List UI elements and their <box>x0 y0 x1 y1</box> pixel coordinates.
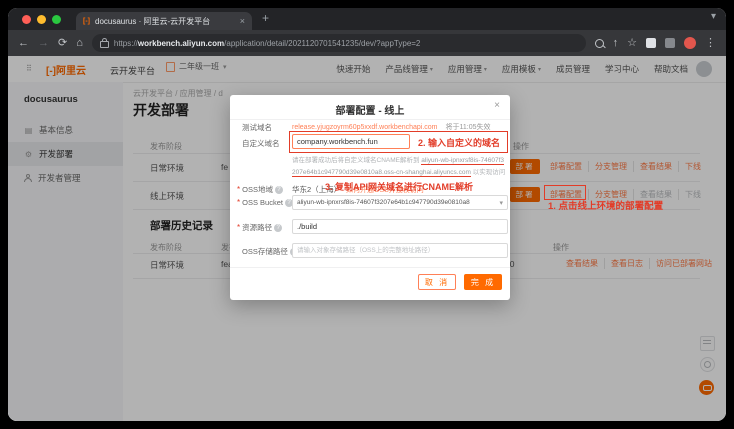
annotation-step3-text: 3. 复制API网关域名进行CNAME解析 <box>325 182 474 192</box>
tab-search-chevron-icon[interactable]: ▾ <box>711 11 716 22</box>
modal-title: 部署配置 - 线上 <box>335 106 405 117</box>
close-icon[interactable]: × <box>494 100 500 111</box>
menu-kebab-icon[interactable]: ⋮ <box>705 37 716 49</box>
confirm-button[interactable]: 完 成 <box>464 274 502 290</box>
info-icon[interactable]: ? <box>274 223 283 232</box>
browser-tab[interactable]: [-] docusaurus · 阿里云-云开发平台 × <box>76 12 252 30</box>
back-icon[interactable]: ← <box>18 37 29 49</box>
oss-storage-path-input[interactable] <box>292 243 508 258</box>
cancel-button[interactable]: 取 消 <box>418 274 456 290</box>
divider <box>230 119 510 120</box>
label-custom-domain: 自定义域名 <box>242 139 280 148</box>
reload-icon[interactable]: ⟳ <box>58 37 67 49</box>
browser-profile-avatar[interactable] <box>684 37 696 49</box>
annotation-step1-text: 1. 点击线上环境的部署配置 <box>548 201 664 212</box>
tab-favicon: [-] <box>83 17 90 25</box>
tab-close-icon[interactable]: × <box>240 16 245 26</box>
deploy-config-modal: 部署配置 - 线上 × 测试域名 release.yjugzoyrm60p5xx… <box>230 95 510 300</box>
label-oss-storage-path: OSS存储路径 ? <box>242 246 298 257</box>
fullscreen-window-button[interactable] <box>52 15 61 24</box>
label-test-domain: 测试域名 <box>242 123 272 132</box>
cname-helper-text: 请在部署成功后将自定义域名CNAME解析到 aliyun-wb-ipnxrsf8… <box>292 157 506 177</box>
tab-title: docusaurus · 阿里云-云开发平台 <box>95 16 211 26</box>
lock-icon <box>99 38 109 48</box>
chevron-down-icon: ▾ <box>499 199 503 207</box>
label-oss-bucket: * OSS Bucket ? <box>237 198 293 207</box>
share-icon[interactable]: ↑ <box>613 37 619 49</box>
extensions-puzzle-icon[interactable] <box>665 38 675 48</box>
bookmark-star-icon[interactable]: ☆ <box>627 37 637 49</box>
window-titlebar: [-] docusaurus · 阿里云-云开发平台 × + ▾ <box>8 8 726 30</box>
divider <box>230 267 510 268</box>
test-domain-expiry: 将于11:05失效 <box>445 124 491 131</box>
url-text: https://workbench.aliyun.com/application… <box>113 38 421 48</box>
browser-window: [-] docusaurus · 阿里云-云开发平台 × + ▾ ← → ⟳ ⌂… <box>8 8 726 421</box>
label-resource-path: * 资源路径 ? <box>237 222 283 233</box>
extension-icon[interactable] <box>646 38 656 48</box>
new-tab-button[interactable]: + <box>262 11 269 25</box>
home-icon[interactable]: ⌂ <box>76 37 83 49</box>
address-bar[interactable]: https://workbench.aliyun.com/application… <box>91 34 586 52</box>
annotation-step2-text: 2. 输入自定义的域名 <box>418 138 501 148</box>
label-oss-region: * OSS地域 ? <box>237 184 283 195</box>
test-domain-link[interactable]: release.yjugzoyrm60p5xxdf.workbenchapi.c… <box>292 124 438 131</box>
forward-icon[interactable]: → <box>38 37 49 49</box>
search-icon[interactable] <box>594 38 604 48</box>
minimize-window-button[interactable] <box>37 15 46 24</box>
close-window-button[interactable] <box>22 15 31 24</box>
resource-path-input[interactable] <box>292 219 508 234</box>
oss-bucket-select[interactable]: aliyun-wb-ipnxrsf8is-74607f3207e64b1c947… <box>292 195 508 210</box>
browser-toolbar: ← → ⟳ ⌂ https://workbench.aliyun.com/app… <box>8 30 726 56</box>
toolbar-right-icons: ↑ ☆ ⋮ <box>594 37 716 49</box>
info-icon[interactable]: ? <box>274 185 283 194</box>
